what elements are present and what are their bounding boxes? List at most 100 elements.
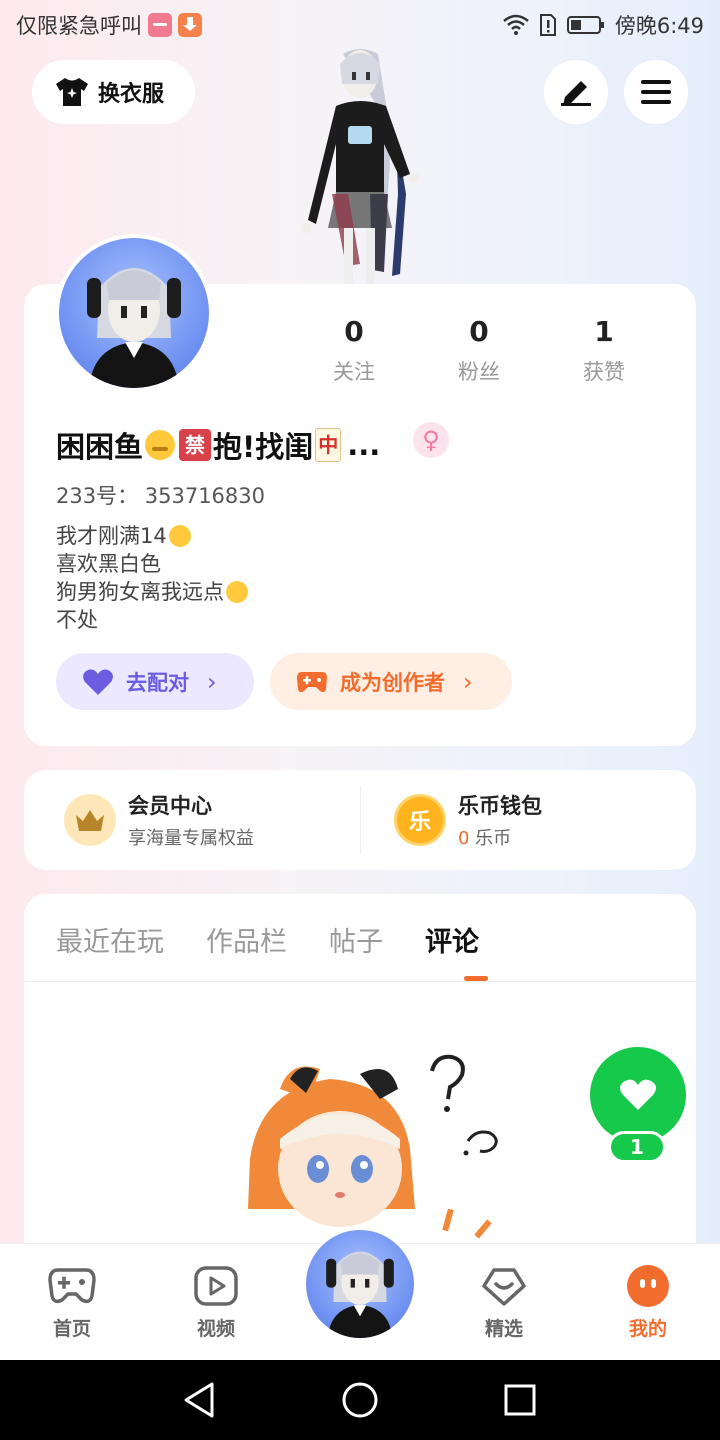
home-icon[interactable] (340, 1380, 380, 1420)
character-figure[interactable] (288, 44, 433, 284)
chevron-right-icon: › (207, 667, 217, 696)
become-creator-button[interactable]: 成为创作者 › (270, 653, 512, 710)
bio-text: 狗男狗女离我远点 (56, 580, 224, 604)
followers-label: 粉丝 (458, 360, 500, 384)
edit-profile-button[interactable] (544, 60, 608, 124)
user-id: 233号： 353716830 (56, 484, 266, 508)
coin-icon: 乐 (394, 794, 446, 846)
bio-line: 狗男狗女离我远点 (56, 578, 248, 606)
gamepad-icon (48, 1264, 96, 1308)
nickname: 困困鱼 禁 抱!找闺 中 ... (56, 424, 380, 466)
tab-recently-played[interactable]: 最近在玩 (56, 920, 164, 959)
coin-count: 0 (458, 828, 470, 849)
status-left: 仅限紧急呼叫 (16, 10, 202, 40)
nav-home-label: 首页 (52, 1318, 91, 1340)
member-card: 会员中心 享海量专属权益 乐 乐币钱包 0 乐币 (24, 770, 696, 870)
menu-button[interactable] (624, 60, 688, 124)
divider (24, 981, 696, 982)
play-icon (192, 1264, 240, 1308)
followers-count: 0 (469, 315, 489, 348)
like-button[interactable] (590, 1047, 686, 1143)
stat-following[interactable]: 0 关注 (304, 314, 404, 386)
nickname-part1: 困困鱼 (56, 430, 144, 464)
nav-center-avatar[interactable] (302, 1226, 418, 1342)
vip-title: 会员中心 (128, 794, 212, 818)
sleepy-emoji-icon (145, 430, 176, 460)
heart-icon (83, 669, 113, 695)
tab-works[interactable]: 作品栏 (206, 920, 287, 959)
divider (360, 786, 361, 854)
tab-comments[interactable]: 评论 (425, 920, 479, 959)
battery-icon (566, 16, 604, 34)
eye-roll-emoji-icon (226, 581, 248, 603)
coin-unit: 乐币 (469, 828, 512, 849)
chevron-right-icon: › (463, 667, 473, 696)
likes-count: 1 (594, 315, 614, 348)
match-button[interactable]: 去配对 › (56, 653, 254, 710)
bio-line: 喜欢黑白色 (56, 550, 248, 578)
wallet-title: 乐币钱包 (458, 794, 542, 818)
upside-down-face-icon (168, 525, 191, 547)
bio: 我才刚满14 喜欢黑白色 狗男狗女离我远点 不处 (56, 522, 248, 634)
nickname-part2: 抱!找闺 (213, 430, 314, 464)
match-label: 去配对 (126, 670, 189, 695)
bio-line: 不处 (56, 606, 248, 634)
nav-mine[interactable]: 我的 (608, 1264, 688, 1341)
tab-bar: 最近在玩 作品栏 帖子 评论 (56, 920, 479, 959)
bio-text: 不处 (56, 608, 98, 632)
ban-emoji-icon: 禁 (179, 429, 212, 461)
heart-badge-icon (480, 1264, 528, 1308)
hamburger-icon (641, 80, 671, 104)
coin-char: 乐 (408, 810, 431, 835)
wifi-icon (503, 14, 529, 35)
recents-icon[interactable] (500, 1380, 540, 1420)
heart-icon (619, 1079, 657, 1110)
system-nav-bar (0, 1360, 720, 1440)
pencil-icon (561, 81, 591, 106)
tshirt-icon (56, 78, 88, 106)
nav-featured[interactable]: 精选 (464, 1264, 544, 1341)
mahjong-emoji-icon: 中 (315, 428, 342, 462)
status-right: 傍晚6:49 (503, 10, 704, 40)
avatar[interactable] (55, 234, 213, 392)
change-outfit-button[interactable]: 换衣服 (32, 60, 195, 124)
clock: 傍晚6:49 (614, 14, 704, 38)
bio-text: 喜欢黑白色 (56, 552, 161, 576)
avatar-image (59, 238, 209, 388)
carrier-text: 仅限紧急呼叫 (16, 14, 142, 38)
nav-video[interactable]: 视频 (176, 1264, 256, 1341)
vip-text: 会员中心 享海量专属权益 (128, 790, 254, 850)
download-icon (178, 13, 202, 37)
change-outfit-label: 换衣服 (98, 82, 165, 107)
status-bar: 仅限紧急呼叫 傍晚6:49 (0, 0, 720, 50)
following-label: 关注 (333, 360, 375, 384)
stat-likes[interactable]: 1 获赞 (554, 314, 654, 386)
following-count: 0 (344, 315, 364, 348)
avatar-image (306, 1230, 414, 1338)
nav-mine-label: 我的 (628, 1318, 667, 1340)
wallet-text: 乐币钱包 0 乐币 (458, 790, 542, 850)
become-creator-label: 成为创作者 (340, 670, 445, 695)
stats-row: 0 关注 0 粉丝 1 获赞 (304, 314, 654, 386)
back-icon[interactable] (180, 1380, 220, 1420)
nav-featured-label: 精选 (484, 1318, 523, 1340)
notification-icon (148, 13, 172, 37)
likes-label: 获赞 (583, 360, 625, 384)
wallet-entry[interactable]: 乐 乐币钱包 0 乐币 (394, 790, 542, 850)
bio-text: 我才刚满14 (56, 524, 167, 548)
nav-video-label: 视频 (196, 1318, 235, 1340)
like-count-badge: 1 (608, 1131, 666, 1163)
crown-icon (64, 794, 116, 846)
vip-center-entry[interactable]: 会员中心 享海量专属权益 (64, 790, 254, 850)
gender-symbol: ♀ (422, 426, 440, 454)
smiley-icon (624, 1264, 672, 1308)
nav-home[interactable]: 首页 (32, 1264, 112, 1341)
female-gender-icon: ♀ (413, 422, 449, 458)
gamepad-icon (297, 671, 327, 692)
vip-subtitle: 享海量专属权益 (128, 828, 254, 849)
tab-posts[interactable]: 帖子 (329, 920, 383, 959)
bio-line: 我才刚满14 (56, 522, 248, 550)
wallet-balance: 0 乐币 (458, 824, 542, 850)
sim-alert-icon (539, 14, 556, 36)
stat-followers[interactable]: 0 粉丝 (429, 314, 529, 386)
